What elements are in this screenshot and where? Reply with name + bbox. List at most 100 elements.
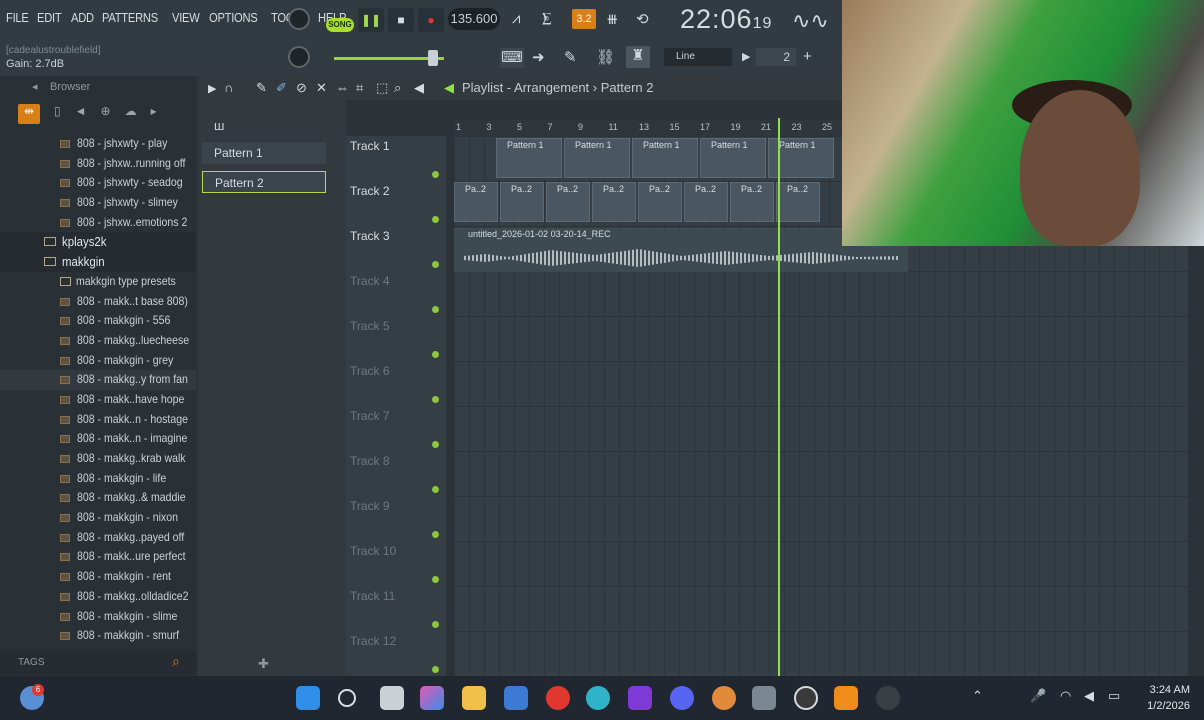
pause-button[interactable]: ❚❚ xyxy=(358,8,384,32)
track-mute-led[interactable] xyxy=(432,351,439,358)
plus-icon[interactable]: + xyxy=(803,48,812,65)
track-label[interactable]: Track 10 xyxy=(350,544,396,558)
track-mute-led[interactable] xyxy=(432,441,439,448)
game-icon[interactable] xyxy=(712,686,736,710)
browser-file-item[interactable]: 808 - jshxw..running off xyxy=(0,154,196,174)
select-tool-icon[interactable]: ⬚ xyxy=(376,80,388,96)
add-pattern-icon[interactable]: ✚ xyxy=(258,656,269,672)
track-mute-led[interactable] xyxy=(432,306,439,313)
pencil-tool-icon[interactable]: ✎ xyxy=(256,80,267,96)
menu-add[interactable]: ADD xyxy=(71,10,94,25)
browser-file-item[interactable]: 808 - makkgin - smurf xyxy=(0,626,196,646)
video-editor-icon[interactable] xyxy=(628,686,652,710)
piano-roll-icon[interactable]: ⌨ xyxy=(500,48,524,68)
clip-pattern-2[interactable]: Pa..2 xyxy=(684,182,728,222)
blend-notes-icon[interactable]: ⧻ xyxy=(606,10,619,28)
browser-folder-item[interactable]: makkgin xyxy=(0,252,196,272)
zoom-tool-icon[interactable]: ⌕ xyxy=(394,80,401,96)
browser-file-item[interactable]: 808 - makkgin - life xyxy=(0,469,196,489)
clip-pattern-1[interactable]: Pattern 1 xyxy=(564,138,630,178)
track-label[interactable]: Track 7 xyxy=(350,409,390,423)
loop-record-icon[interactable]: ⟲ xyxy=(636,10,649,28)
browser-file-item[interactable]: 808 - jshxwty - play xyxy=(0,134,196,154)
menu-options[interactable]: OPTIONS xyxy=(209,10,258,25)
task-view-icon[interactable] xyxy=(380,686,404,710)
magnet-icon[interactable]: ∩ xyxy=(224,80,233,95)
paint-tool-icon[interactable]: ✐ xyxy=(276,80,287,96)
copilot-icon[interactable] xyxy=(420,686,444,710)
browser-file-item[interactable]: 808 - makkgin - rent xyxy=(0,567,196,587)
track-mute-led[interactable] xyxy=(432,216,439,223)
menu-file[interactable]: FILE xyxy=(6,10,29,25)
fl-studio-icon[interactable] xyxy=(834,686,858,710)
clip-pattern-2[interactable]: Pa..2 xyxy=(638,182,682,222)
arrow-right-icon[interactable]: ▸ xyxy=(151,104,157,124)
cloud-icon[interactable]: ☁ xyxy=(125,104,137,124)
windows-start-icon[interactable] xyxy=(296,686,320,710)
delete-tool-icon[interactable]: ⊘ xyxy=(296,80,307,96)
audio-clip[interactable]: untitled_2026-01-02 03-20-14_REC xyxy=(454,228,908,272)
metronome-icon[interactable]: ⩘ xyxy=(512,10,520,27)
stamp-icon[interactable]: ♜ xyxy=(626,46,650,68)
track-label[interactable]: Track 1 xyxy=(350,139,390,153)
track-mute-led[interactable] xyxy=(432,576,439,583)
master-volume-slider-thumb[interactable] xyxy=(428,50,438,66)
browser-file-item[interactable]: 808 - makkgin - 556 xyxy=(0,311,196,331)
track-mute-led[interactable] xyxy=(432,486,439,493)
playback-tool-icon[interactable]: ◀ xyxy=(414,80,424,96)
piano-icon[interactable]: ш xyxy=(214,118,224,133)
tap-tempo-icon[interactable]: 3.2 xyxy=(572,9,596,29)
pencil-icon[interactable]: ✎ xyxy=(564,48,577,66)
browser-file-item[interactable]: 808 - jshxwty - slimey xyxy=(0,193,196,213)
mute-tool-icon[interactable]: ✕ xyxy=(316,80,327,96)
play-arrow-icon[interactable]: ▶ xyxy=(742,50,750,63)
clip-pattern-1[interactable]: Pattern 1 xyxy=(632,138,698,178)
master-volume-knob[interactable] xyxy=(288,8,310,30)
browser-file-item[interactable]: 808 - makk..ure perfect xyxy=(0,547,196,567)
clip-pattern-2[interactable]: Pa..2 xyxy=(546,182,590,222)
file-explorer-icon[interactable] xyxy=(462,686,486,710)
track-label[interactable]: Track 2 xyxy=(350,184,390,198)
plugin-icon[interactable]: ⊕ xyxy=(101,104,111,124)
chevron-up-icon[interactable]: ⌃ xyxy=(972,688,983,704)
pattern-item-2[interactable]: Pattern 2 xyxy=(202,171,326,193)
app-icon[interactable] xyxy=(504,686,528,710)
track-label[interactable]: Track 6 xyxy=(350,364,390,378)
clip-pattern-2[interactable]: Pa..2 xyxy=(776,182,820,222)
obs-icon[interactable] xyxy=(794,686,818,710)
clip-pattern-1[interactable]: Pattern 1 xyxy=(700,138,766,178)
track-mute-led[interactable] xyxy=(432,396,439,403)
wifi-icon[interactable]: ◠ xyxy=(1060,688,1071,704)
browser-file-item[interactable]: 808 - makkg..krab walk xyxy=(0,449,196,469)
browser-file-item[interactable]: 808 - makkgin - slime xyxy=(0,607,196,627)
browser-file-item[interactable]: 808 - makk..n - hostage xyxy=(0,410,196,430)
browser-file-item[interactable]: 808 - makkgin - grey xyxy=(0,351,196,371)
taskbar-time[interactable]: 3:24 AM xyxy=(1140,684,1190,696)
track-mute-led[interactable] xyxy=(432,171,439,178)
media-player-icon[interactable] xyxy=(876,686,900,710)
browser-file-item[interactable]: 808 - makkg..& maddie xyxy=(0,488,196,508)
stop-button[interactable]: ■ xyxy=(388,8,414,32)
taskbar-date[interactable]: 1/2/2026 xyxy=(1130,700,1190,712)
play-icon[interactable]: ▶ xyxy=(208,82,216,95)
clip-pattern-2[interactable]: Pa..2 xyxy=(592,182,636,222)
browser-file-item[interactable]: 808 - makkg..olldadice2 xyxy=(0,587,196,607)
microphone-icon[interactable]: 🎤 xyxy=(1030,688,1046,704)
browser-file-item[interactable]: 808 - makkg..y from fan xyxy=(0,370,196,390)
record-button[interactable]: ● xyxy=(418,8,444,32)
snap-mode-select[interactable]: Line xyxy=(664,48,732,66)
search-icon[interactable]: ⌕ xyxy=(172,653,180,670)
browser-file-item[interactable]: 808 - makkgin - nixon xyxy=(0,508,196,528)
speaker-icon[interactable]: ◄ xyxy=(75,104,87,124)
browser-file-item[interactable]: 808 - makkg..luecheese xyxy=(0,331,196,351)
arrangement-play-icon[interactable]: ◀ xyxy=(444,80,454,96)
master-pitch-knob[interactable] xyxy=(288,46,310,68)
track-mute-led[interactable] xyxy=(432,261,439,268)
link-icon[interactable]: ⛓ xyxy=(596,48,615,66)
clip-pattern-2[interactable]: Pa..2 xyxy=(454,182,498,222)
wait-record-icon[interactable]: ⨊ xyxy=(542,10,552,27)
track-label[interactable]: Track 12 xyxy=(350,634,396,648)
clip-pattern-2[interactable]: Pa..2 xyxy=(730,182,774,222)
song-mode-toggle[interactable]: SONG xyxy=(326,18,354,32)
browser-file-item[interactable]: 808 - makk..t base 808) xyxy=(0,292,196,312)
